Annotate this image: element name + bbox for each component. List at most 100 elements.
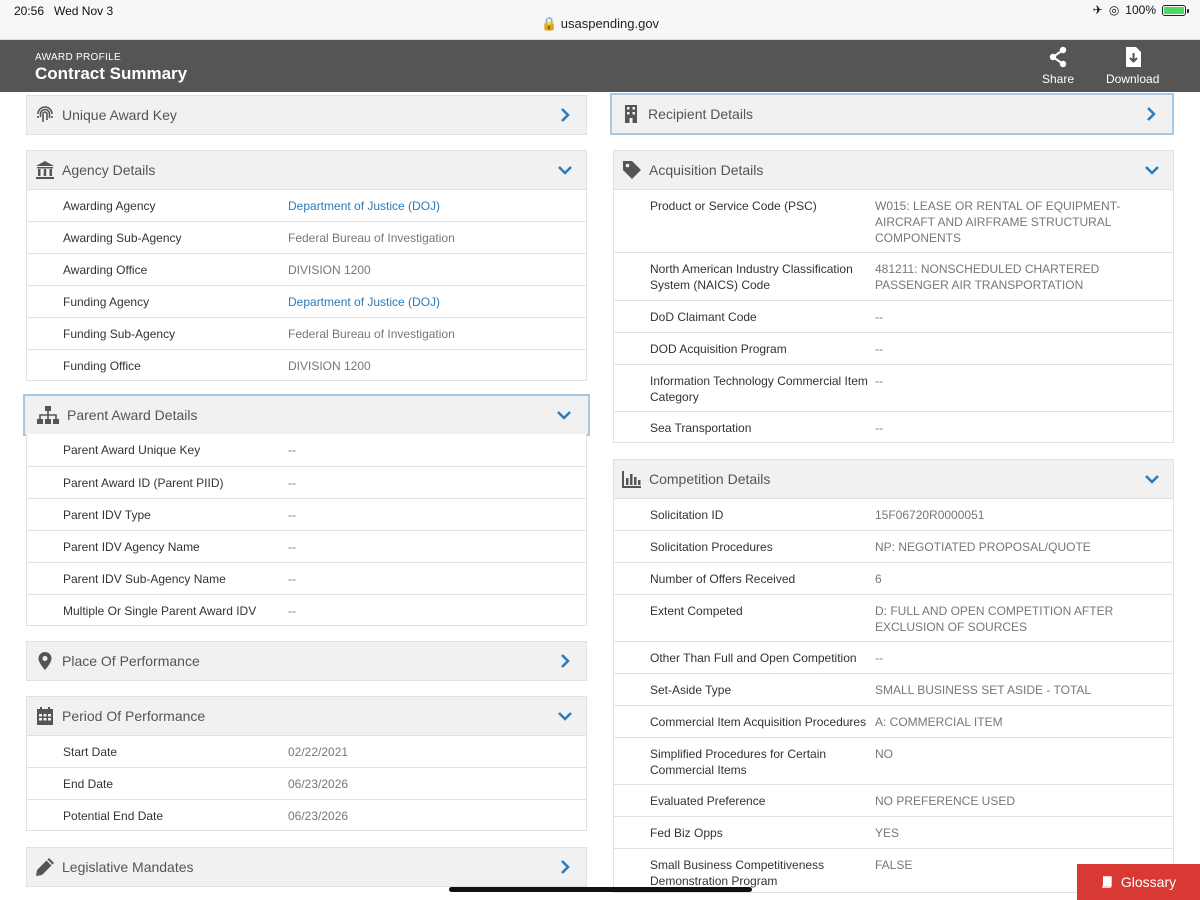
row-value: --	[875, 421, 883, 435]
unique-award-key-header[interactable]: Unique Award Key	[27, 96, 586, 134]
row-label: Funding Office	[63, 359, 141, 373]
table-row: Parent IDV Agency Name --	[27, 530, 586, 562]
row-label: Product or Service Code (PSC)	[650, 199, 817, 213]
panel-title: Period Of Performance	[62, 708, 206, 724]
table-row: Extent Competed D: FULL AND OPEN COMPETIT…	[614, 594, 1173, 641]
competition-details-header[interactable]: Competition Details	[614, 460, 1173, 498]
row-value: --	[875, 342, 883, 356]
book-icon	[1102, 876, 1112, 888]
table-row: Solicitation ID 15F06720R0000051	[614, 498, 1173, 530]
place-of-performance-header[interactable]: Place Of Performance	[27, 642, 586, 680]
chevron-down-icon	[558, 712, 572, 721]
table-row: Multiple Or Single Parent Award IDV --	[27, 594, 586, 625]
parent-award-details-panel: Parent Award Details	[23, 394, 590, 436]
chevron-down-icon	[1145, 475, 1159, 484]
table-row: Awarding Sub-Agency Federal Bureau of Inv…	[27, 221, 586, 253]
table-row: DoD Claimant Code --	[614, 300, 1173, 332]
row-label: Awarding Sub-Agency	[63, 231, 182, 245]
legislative-mandates-header[interactable]: Legislative Mandates	[27, 848, 586, 886]
table-row: Commercial Item Acquisition Procedures A:…	[614, 705, 1173, 737]
page-header: AWARD PROFILE Contract Summary Share Dow…	[0, 40, 1200, 92]
share-label: Share	[1042, 72, 1075, 86]
panel-title: Competition Details	[649, 471, 771, 487]
chevron-right-icon	[1147, 107, 1156, 121]
acquisition-details-panel: Acquisition Details Product or Service C…	[613, 150, 1174, 443]
panel-title: Acquisition Details	[649, 162, 764, 178]
share-button[interactable]: Share	[1042, 46, 1074, 86]
row-label: Information Technology Commercial Item C…	[650, 374, 868, 404]
download-label: Download	[1106, 72, 1160, 86]
funding-agency-link[interactable]: Department of Justice (DOJ)	[288, 294, 568, 317]
building-icon	[621, 104, 641, 124]
chevron-right-icon	[561, 108, 570, 122]
row-label: Start Date	[63, 745, 118, 759]
period-of-performance-header[interactable]: Period Of Performance	[27, 697, 586, 735]
calendar-icon	[35, 706, 55, 726]
row-value: 06/23/2026	[288, 809, 349, 823]
row-label: Multiple Or Single Parent Award IDV	[63, 604, 257, 618]
header-kicker: AWARD PROFILE	[35, 52, 121, 63]
download-button[interactable]: Download	[1106, 46, 1159, 86]
row-value: --	[875, 310, 883, 324]
row-value: --	[288, 508, 296, 522]
hierarchy-icon	[36, 405, 60, 425]
page-title: Contract Summary	[35, 64, 188, 83]
table-row: Set-Aside Type SMALL BUSINESS SET ASIDE -…	[614, 673, 1173, 705]
row-value: D: FULL AND OPEN COMPETITION AFTER EXCLU…	[875, 604, 1114, 634]
row-label: Parent Award ID (Parent PIID)	[63, 476, 224, 490]
table-row: Parent Award ID (Parent PIID) --	[27, 466, 586, 498]
chevron-down-icon	[1145, 166, 1159, 175]
row-value: 02/22/2021	[288, 745, 349, 759]
table-row: Simplified Procedures for Certain Commer…	[614, 737, 1173, 784]
glossary-button[interactable]: Glossary	[1077, 864, 1200, 900]
row-value: NP: NEGOTIATED PROPOSAL/QUOTE	[875, 540, 1091, 554]
row-value: 15F06720R0000051	[875, 508, 985, 522]
row-value: A: COMMERCIAL ITEM	[875, 715, 1003, 729]
row-label: Evaluated Preference	[650, 794, 766, 808]
table-row: Parent Award Unique Key --	[27, 434, 586, 466]
row-label: Extent Competed	[650, 604, 743, 618]
row-value: SMALL BUSINESS SET ASIDE - TOTAL	[875, 683, 1092, 697]
status-bar: 20:56 Wed Nov 3 ✈ ◎ 100%	[0, 0, 1200, 20]
recipient-details-header[interactable]: Recipient Details	[612, 95, 1172, 133]
table-row: Funding Sub-Agency Federal Bureau of Inve…	[27, 317, 586, 349]
table-row: End Date 06/23/2026	[27, 767, 586, 799]
row-value: Federal Bureau of Investigation	[288, 327, 455, 341]
row-label: Other Than Full and Open Competition	[650, 651, 857, 665]
row-label: North American Industry Classification S…	[650, 262, 853, 292]
row-label: Commercial Item Acquisition Procedures	[650, 715, 867, 729]
row-label: Fed Biz Opps	[650, 826, 723, 840]
row-value: --	[288, 443, 296, 457]
row-label: Parent IDV Type	[63, 508, 151, 522]
download-icon	[1125, 47, 1141, 67]
row-value: --	[288, 476, 296, 490]
chevron-down-icon	[557, 411, 571, 420]
panel-title: Place Of Performance	[62, 653, 200, 669]
battery-icon	[1162, 4, 1189, 16]
pencil-icon	[35, 857, 55, 877]
panel-title: Unique Award Key	[62, 107, 177, 123]
row-value: --	[288, 604, 296, 618]
acquisition-details-header[interactable]: Acquisition Details	[614, 151, 1173, 189]
chevron-right-icon	[561, 654, 570, 668]
competition-details-panel: Competition Details Solicitation ID 15F06…	[613, 459, 1174, 893]
panel-title: Parent Award Details	[67, 407, 198, 423]
agency-details-header[interactable]: Agency Details	[27, 151, 586, 189]
home-indicator[interactable]	[449, 887, 752, 892]
share-icon	[1049, 46, 1067, 68]
row-value: --	[288, 572, 296, 586]
row-label: Sea Transportation	[650, 421, 752, 435]
parent-award-details-header[interactable]: Parent Award Details	[25, 396, 588, 434]
focus-icon: ◎	[1108, 3, 1120, 17]
table-row: Awarding Agency Department of Justice (DO…	[27, 189, 586, 221]
row-value: 481211: NONSCHEDULED CHARTERED PASSENGER…	[875, 262, 1100, 292]
status-time: 20:56	[14, 4, 45, 18]
table-row: Funding Office DIVISION 1200	[27, 349, 586, 380]
table-row: Sea Transportation --	[614, 411, 1173, 442]
awarding-agency-link[interactable]: Department of Justice (DOJ)	[288, 198, 568, 221]
status-date: Wed Nov 3	[54, 4, 114, 18]
table-row: Awarding Office DIVISION 1200	[27, 253, 586, 285]
row-label: Awarding Office	[63, 263, 148, 277]
row-label: Number of Offers Received	[650, 572, 796, 586]
table-row: Evaluated Preference NO PREFERENCE USED	[614, 784, 1173, 816]
